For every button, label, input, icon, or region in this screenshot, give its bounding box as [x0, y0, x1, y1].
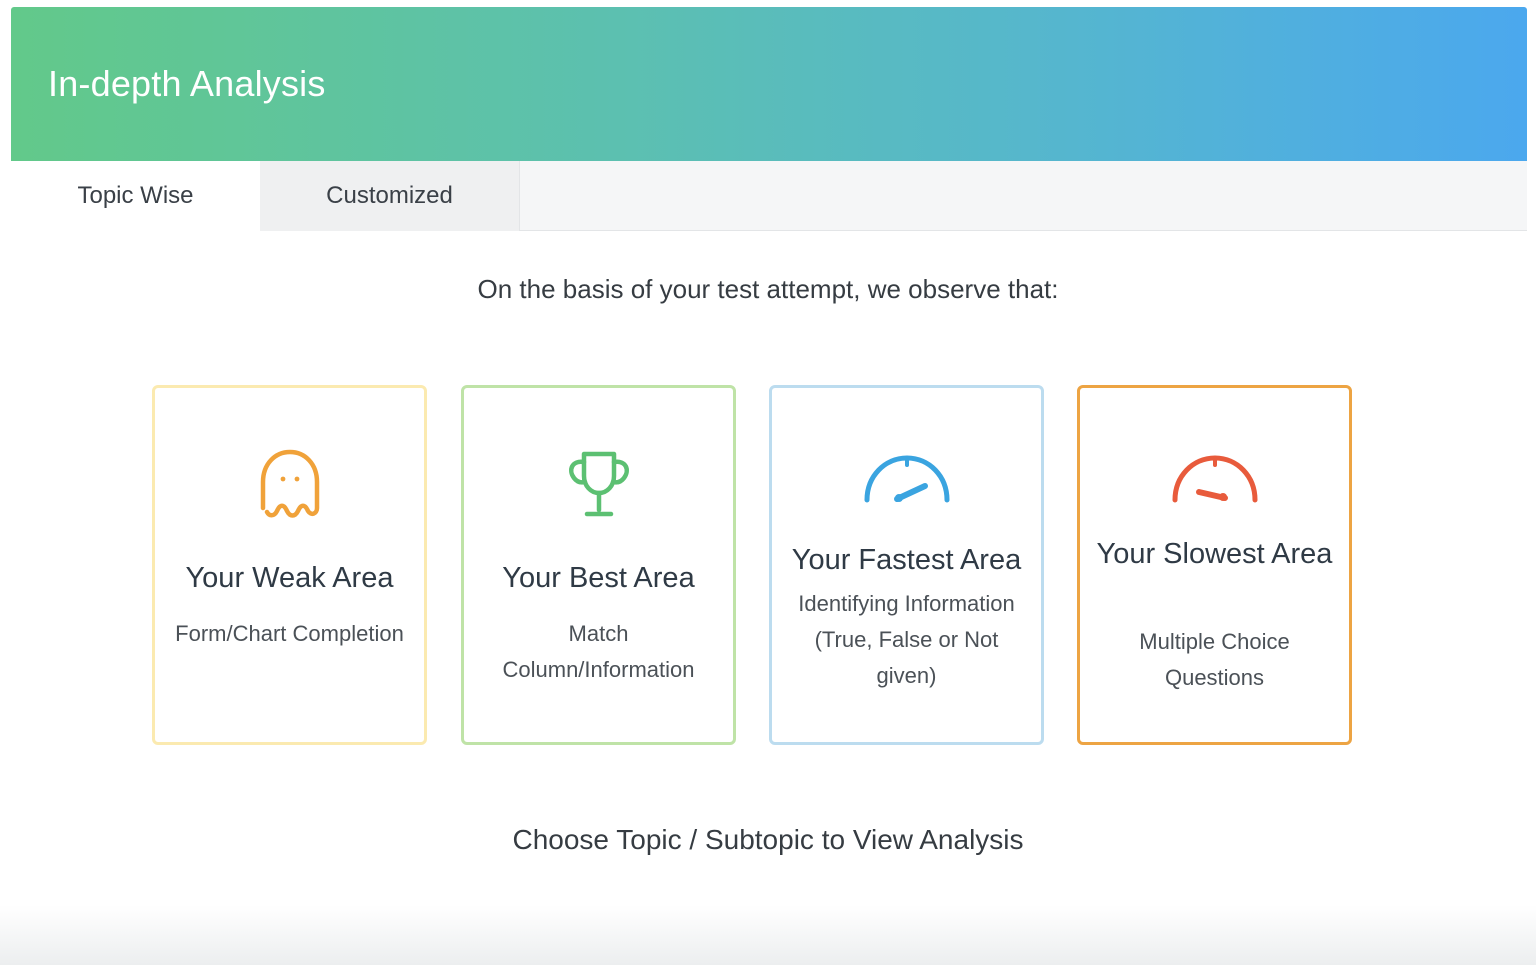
ghost-icon: [155, 446, 424, 520]
best-area-card: Your Best Area Match Column/Information: [461, 385, 736, 745]
observation-intro: On the basis of your test attempt, we ob…: [477, 274, 1059, 304]
page-title: In-depth Analysis: [48, 63, 326, 104]
speedometer-slow-icon: [1080, 452, 1349, 508]
slowest-area-title: Your Slowest Area: [1096, 538, 1333, 570]
tab-customized[interactable]: Customized: [260, 161, 520, 231]
slowest-area-card: Your Slowest Area Multiple Choice Questi…: [1077, 385, 1352, 745]
fastest-area-card: Your Fastest Area Identifying Informatio…: [769, 385, 1044, 745]
speedometer-fast-icon: [772, 452, 1041, 508]
weak-area-title: Your Weak Area: [185, 562, 394, 594]
bottom-fade: [0, 905, 1536, 965]
best-area-topic: Match Column/Information: [502, 621, 695, 682]
analysis-header: In-depth Analysis: [11, 7, 1527, 161]
trophy-icon: [464, 448, 733, 520]
tab-topic-wise[interactable]: Topic Wise: [11, 161, 260, 231]
fastest-area-topic: Identifying Information (True, False or …: [798, 591, 1015, 688]
choose-topic-prompt: Choose Topic / Subtopic to View Analysis: [512, 824, 1024, 855]
fastest-area-title: Your Fastest Area: [791, 544, 1022, 576]
weak-area-topic: Form/Chart Completion: [175, 621, 404, 646]
analysis-page: In-depth Analysis Topic Wise Customized …: [0, 0, 1536, 965]
best-area-title: Your Best Area: [502, 562, 695, 594]
analysis-tabs: Topic Wise Customized: [11, 161, 1527, 231]
weak-area-card: Your Weak Area Form/Chart Completion: [152, 385, 427, 745]
slowest-area-topic: Multiple Choice Questions: [1139, 629, 1290, 690]
